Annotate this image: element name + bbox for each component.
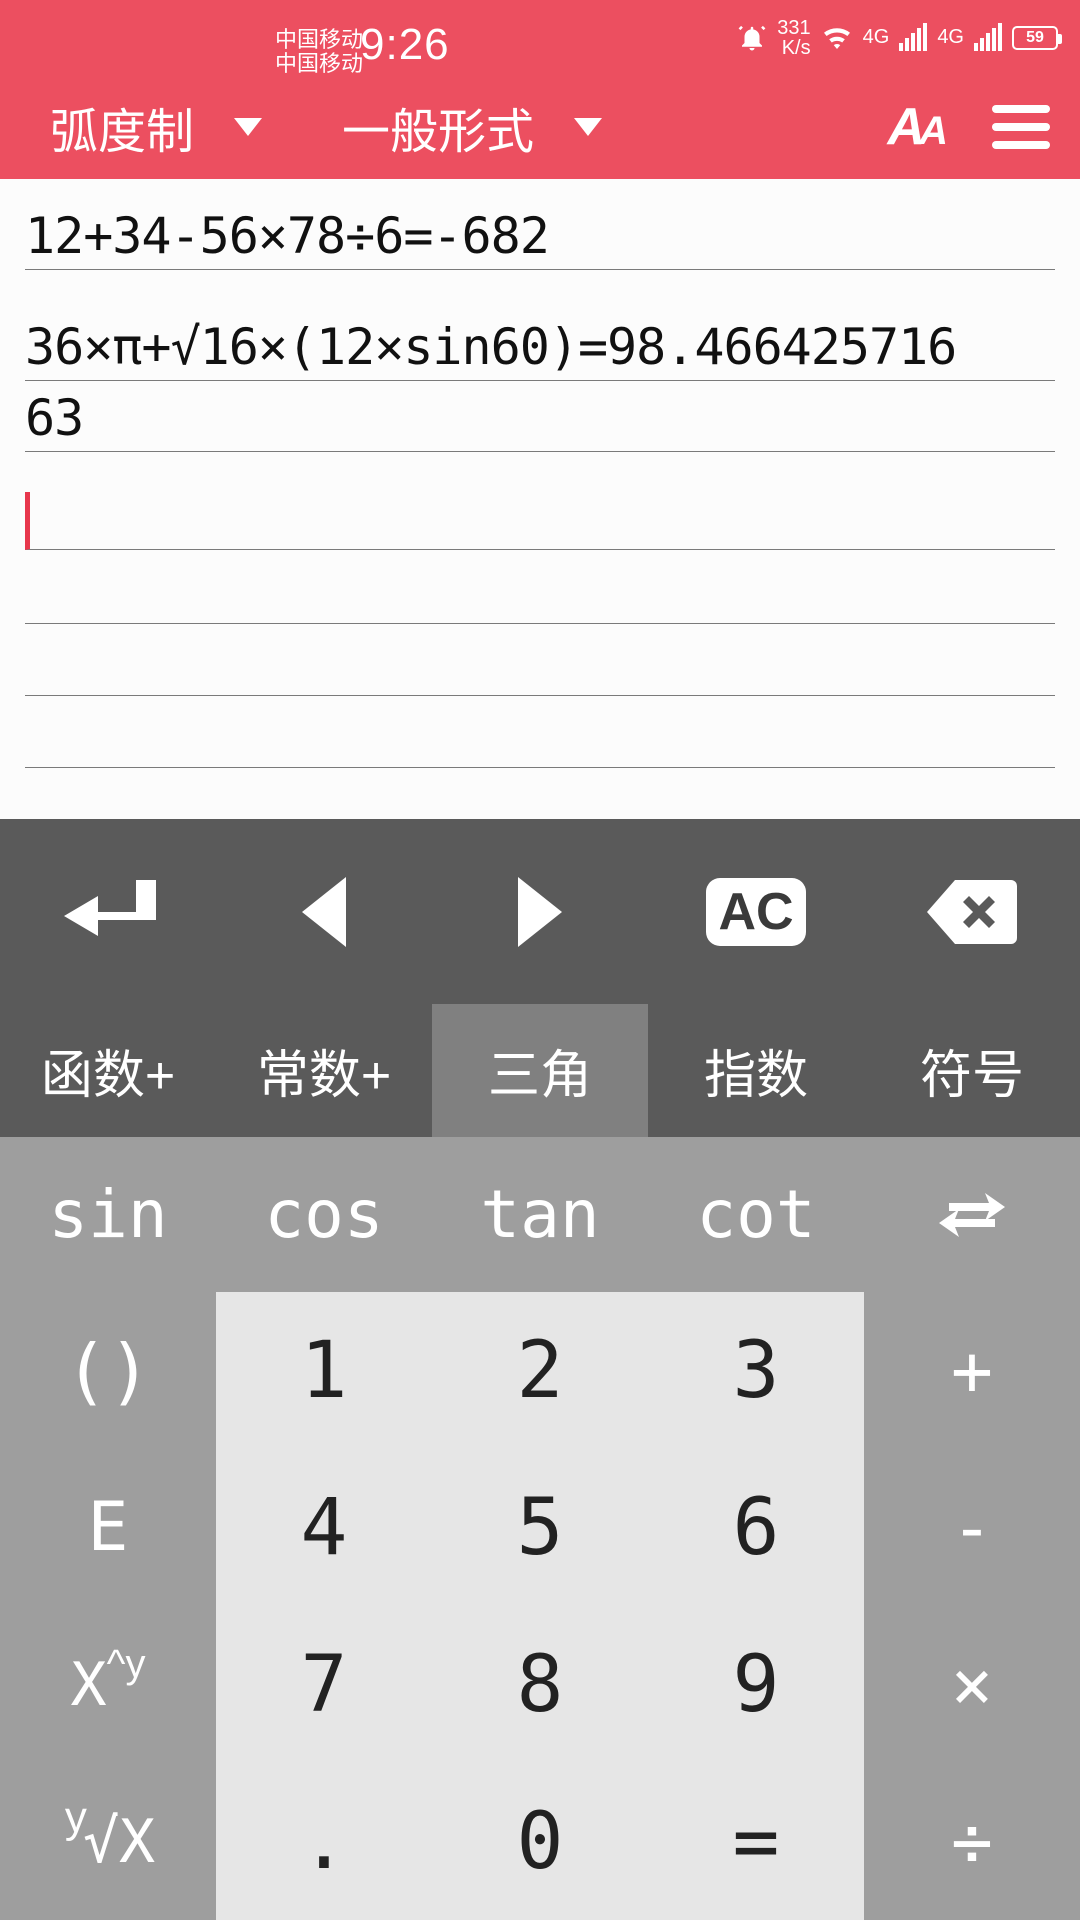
all-clear-key[interactable]: AC	[648, 819, 864, 1004]
num-4-key[interactable]: 4	[216, 1449, 432, 1606]
network-speed: 331 K/s	[777, 18, 810, 58]
trig-row: sin cos tan cot	[0, 1137, 1080, 1292]
main-keypad: () 1 2 3 + E 4 5 6 - X^y 7 8 9 × y√X . 0…	[0, 1292, 1080, 1920]
sim2-4g-label: 4G	[937, 26, 964, 49]
cot-key[interactable]: cot	[648, 1137, 864, 1292]
backspace-key[interactable]	[864, 819, 1080, 1004]
equals-key[interactable]: =	[648, 1763, 864, 1920]
battery-icon: 59	[1012, 26, 1058, 50]
alarm-icon	[737, 23, 767, 53]
android-status-bar: 中国移动 中国移动 9:26 331 K/s 4G 4G 59	[0, 0, 1080, 75]
num-5-key[interactable]: 5	[432, 1449, 648, 1606]
trig-toggle-key[interactable]	[864, 1137, 1080, 1292]
menu-button[interactable]	[992, 105, 1050, 149]
carrier-2: 中国移动	[275, 52, 363, 76]
carrier-labels: 中国移动 中国移动	[275, 28, 363, 76]
carrier-1: 中国移动	[275, 28, 363, 52]
sheet-rule	[25, 694, 1055, 696]
sin-key[interactable]: sin	[0, 1137, 216, 1292]
sim1-4g-label: 4G	[863, 26, 890, 49]
font-size-button[interactable]: AA	[888, 97, 942, 157]
editing-row: AC	[0, 819, 1080, 1004]
category-tabs: 函数+ 常数+ 三角 指数 符号	[0, 1004, 1080, 1137]
num-3-key[interactable]: 3	[648, 1292, 864, 1449]
tab-trig[interactable]: 三角	[432, 1004, 648, 1137]
minus-key[interactable]: -	[864, 1449, 1080, 1606]
chevron-down-icon	[574, 118, 602, 136]
calculation-sheet[interactable]: 12+34-56×78÷6=-682 36×π+√16×(12×sin60)=9…	[0, 179, 1080, 819]
app-toolbar: 弧度制 一般形式 AA	[0, 75, 1080, 179]
cursor-right-key[interactable]	[432, 819, 648, 1004]
num-9-key[interactable]: 9	[648, 1606, 864, 1763]
tan-key[interactable]: tan	[432, 1137, 648, 1292]
tab-functions[interactable]: 函数+	[0, 1004, 216, 1137]
num-2-key[interactable]: 2	[432, 1292, 648, 1449]
wifi-icon	[821, 25, 853, 51]
parentheses-key[interactable]: ()	[0, 1292, 216, 1449]
history-line-1[interactable]: 12+34-56×78÷6=-682	[25, 199, 1055, 270]
tab-symbols[interactable]: 符号	[864, 1004, 1080, 1137]
ac-label: AC	[706, 878, 805, 946]
plus-key[interactable]: +	[864, 1292, 1080, 1449]
tab-exponent[interactable]: 指数	[648, 1004, 864, 1137]
sheet-rule	[25, 622, 1055, 624]
multiply-key[interactable]: ×	[864, 1606, 1080, 1763]
keypad: AC 函数+ 常数+ 三角 指数 符号 sin cos tan cot () 1…	[0, 819, 1080, 1920]
num-1-key[interactable]: 1	[216, 1292, 432, 1449]
chevron-down-icon	[234, 118, 262, 136]
sim1-signal-icon	[899, 25, 927, 51]
history-line-2b[interactable]: 63	[25, 381, 1055, 452]
decimal-key[interactable]: .	[216, 1763, 432, 1920]
sim2-signal-icon	[974, 25, 1002, 51]
angle-mode-dropdown[interactable]: 弧度制	[50, 92, 262, 162]
num-8-key[interactable]: 8	[432, 1606, 648, 1763]
status-clock: 9:26	[360, 20, 450, 70]
angle-mode-label: 弧度制	[50, 92, 194, 162]
number-format-dropdown[interactable]: 一般形式	[342, 92, 602, 162]
exp-e-key[interactable]: E	[0, 1449, 216, 1606]
divide-key[interactable]: ÷	[864, 1763, 1080, 1920]
input-line[interactable]	[25, 492, 1055, 550]
tab-constants[interactable]: 常数+	[216, 1004, 432, 1137]
num-0-key[interactable]: 0	[432, 1763, 648, 1920]
power-key[interactable]: X^y	[0, 1606, 216, 1763]
number-format-label: 一般形式	[342, 92, 534, 162]
cursor-left-key[interactable]	[216, 819, 432, 1004]
cos-key[interactable]: cos	[216, 1137, 432, 1292]
nth-root-key[interactable]: y√X	[0, 1763, 216, 1920]
history-line-2a[interactable]: 36×π+√16×(12×sin60)=98.466425716	[25, 310, 1055, 381]
num-6-key[interactable]: 6	[648, 1449, 864, 1606]
num-7-key[interactable]: 7	[216, 1606, 432, 1763]
sheet-rule	[25, 766, 1055, 768]
enter-key[interactable]	[0, 819, 216, 1004]
